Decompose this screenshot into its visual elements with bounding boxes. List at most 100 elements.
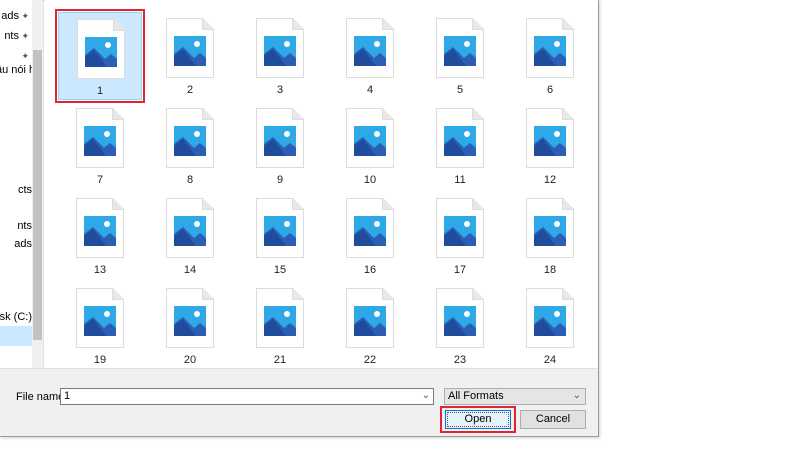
file-item[interactable]: 20	[148, 282, 232, 370]
nav-item[interactable]: cts	[0, 180, 32, 200]
file-item[interactable]: 18	[508, 192, 592, 280]
file-item[interactable]: 21	[238, 282, 322, 370]
file-item[interactable]: 3	[238, 12, 322, 100]
file-item[interactable]: 4	[328, 12, 412, 100]
file-item[interactable]: 13	[58, 192, 142, 280]
file-type-select[interactable]: All Formats ⌄	[444, 388, 586, 405]
file-item[interactable]: 1	[55, 9, 145, 103]
file-name-input[interactable]: 1 ⌄	[60, 388, 434, 405]
nav-item-label: nts	[4, 30, 19, 42]
page-fold	[472, 198, 484, 210]
nav-item-selected[interactable]	[0, 326, 32, 346]
file-name: 16	[363, 264, 377, 276]
image-file-icon	[526, 108, 574, 168]
chevron-down-icon[interactable]: ⌄	[422, 390, 430, 401]
file-name-value: 1	[64, 390, 71, 402]
image-file-icon	[346, 288, 394, 348]
page-fold	[472, 108, 484, 120]
file-item[interactable]: 6	[508, 12, 592, 100]
image-icon	[354, 216, 386, 246]
page-fold	[292, 198, 304, 210]
image-icon	[534, 306, 566, 336]
file-name: 8	[186, 174, 194, 186]
file-name: 11	[454, 174, 466, 186]
nav-item[interactable]: sk (C:)	[0, 307, 32, 327]
navigation-scrollbar[interactable]	[32, 0, 44, 368]
page-fold	[112, 108, 124, 120]
image-icon	[444, 306, 476, 336]
dialog-footer: File name: 1 ⌄ All Formats ⌄ Open Cancel	[0, 368, 598, 436]
file-item[interactable]: 7	[58, 102, 142, 190]
image-icon	[264, 36, 296, 66]
file-item[interactable]: 8	[148, 102, 232, 190]
image-file-icon	[436, 108, 484, 168]
image-file-icon	[76, 198, 124, 258]
navigation-pane: ads✦nts✦✦ âu nói h cts nts ads sk (C:)	[0, 0, 32, 368]
page-fold	[202, 288, 214, 300]
image-icon	[444, 216, 476, 246]
file-item[interactable]: 15	[238, 192, 322, 280]
file-name: 6	[546, 84, 554, 96]
page-fold	[562, 198, 574, 210]
file-item[interactable]: 10	[328, 102, 412, 190]
page-fold	[112, 198, 124, 210]
chevron-down-icon[interactable]: ⌄	[573, 390, 581, 401]
image-icon	[444, 126, 476, 156]
image-icon	[264, 306, 296, 336]
nav-item[interactable]: nts ✦	[0, 26, 32, 46]
image-icon	[174, 216, 206, 246]
nav-item[interactable]: âu nói h	[0, 60, 32, 80]
nav-item[interactable]: nts	[0, 216, 32, 236]
file-item[interactable]: 11	[418, 102, 502, 190]
image-file-icon	[526, 18, 574, 78]
file-name: 23	[453, 354, 467, 366]
page-fold	[202, 18, 214, 30]
image-icon	[174, 36, 206, 66]
file-item[interactable]: 2	[148, 12, 232, 100]
image-icon	[264, 216, 296, 246]
file-item[interactable]: 17	[418, 192, 502, 280]
file-grid: 1 2 3 4 5 6 7 8 9 10 11 12 13 14 15 16 1…	[45, 0, 598, 368]
nav-item[interactable]: ads ✦	[0, 6, 32, 26]
image-file-icon	[436, 18, 484, 78]
file-name: 3	[276, 84, 284, 96]
image-file-icon	[166, 288, 214, 348]
file-item[interactable]: 23	[418, 282, 502, 370]
image-icon	[534, 126, 566, 156]
nav-item-label: cts	[17, 184, 32, 196]
image-file-icon	[256, 288, 304, 348]
file-name: 22	[363, 354, 377, 366]
pin-icon: ✦	[21, 31, 29, 41]
image-icon	[534, 216, 566, 246]
page-fold	[292, 108, 304, 120]
file-item[interactable]: 12	[508, 102, 592, 190]
file-item[interactable]: 24	[508, 282, 592, 370]
file-item[interactable]: 22	[328, 282, 412, 370]
file-item[interactable]: 5	[418, 12, 502, 100]
page-fold	[472, 288, 484, 300]
open-button[interactable]: Open	[445, 410, 511, 429]
file-name: 13	[93, 264, 107, 276]
page-fold	[562, 18, 574, 30]
file-item[interactable]: 19	[58, 282, 142, 370]
image-file-icon	[166, 198, 214, 258]
open-file-dialog: ads✦nts✦✦ âu nói h cts nts ads sk (C:) 1 2 3	[0, 0, 599, 437]
page-fold	[292, 288, 304, 300]
file-type-value: All Formats	[448, 390, 504, 402]
file-item[interactable]: 14	[148, 192, 232, 280]
scrollbar-thumb[interactable]	[33, 50, 42, 340]
page-fold	[472, 18, 484, 30]
file-name: 12	[543, 174, 557, 186]
image-icon	[84, 216, 116, 246]
file-name: 1	[96, 85, 104, 97]
page-fold	[382, 18, 394, 30]
file-item[interactable]: 9	[238, 102, 322, 190]
page-fold	[112, 288, 124, 300]
image-file-icon	[346, 198, 394, 258]
cancel-button[interactable]: Cancel	[520, 410, 586, 429]
file-item[interactable]: 16	[328, 192, 412, 280]
file-name: 9	[276, 174, 284, 186]
nav-item-label: nts	[17, 220, 32, 232]
nav-item[interactable]: ads	[0, 234, 32, 254]
file-name: 2	[186, 84, 194, 96]
